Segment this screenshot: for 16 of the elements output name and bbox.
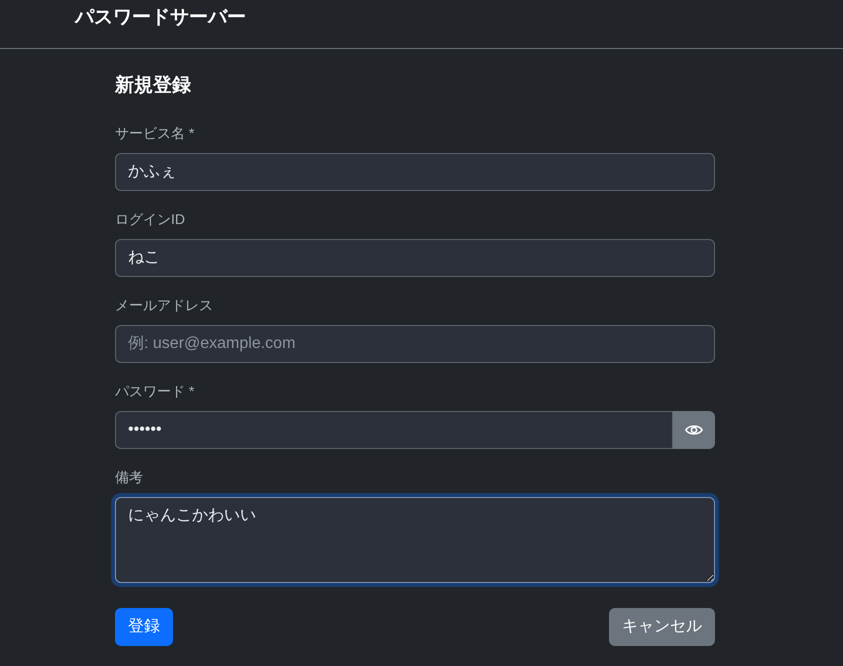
field-label: ログインID [115,210,185,229]
notes-textarea[interactable]: にゃんこかわいい [115,497,715,583]
field-label: パスワード * [115,382,194,401]
eye-icon [685,425,703,435]
show-password-button[interactable] [673,411,715,449]
register-button[interactable]: 登録 [115,608,173,646]
text-input[interactable]: 例: user@example.com [115,325,715,363]
field-label: 備考 [115,468,143,487]
password-input[interactable]: •••••• [115,411,673,449]
form-title: 新規登録 [115,74,191,98]
text-input[interactable]: かふぇ [115,153,715,191]
text-input[interactable]: ねこ [115,239,715,277]
field-label: メールアドレス [115,296,213,315]
cancel-button[interactable]: キャンセル [609,608,715,646]
app-title: パスワードサーバー [75,6,246,30]
field-label: サービス名 * [115,124,194,143]
